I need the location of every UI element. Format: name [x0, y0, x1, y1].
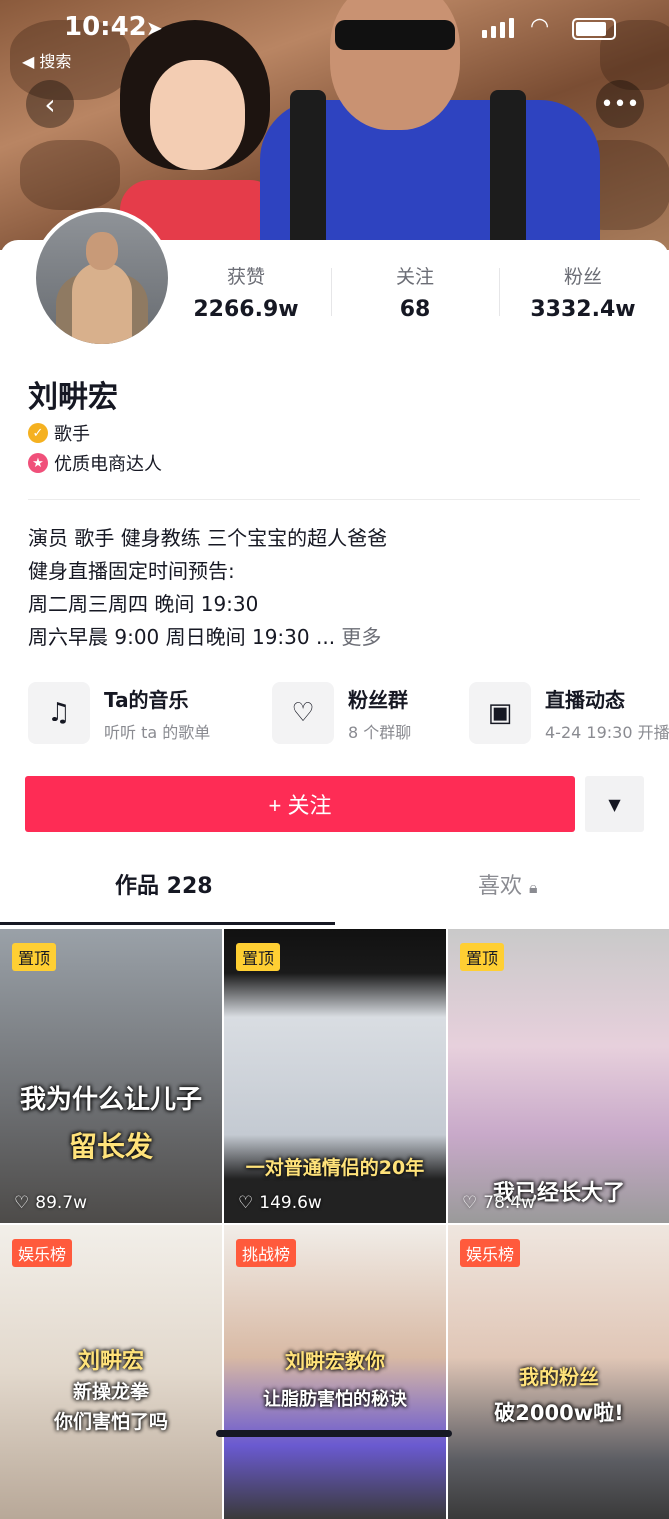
wifi-icon: ◠ [530, 14, 550, 39]
signal-icon [482, 18, 514, 38]
fan-group-icon: ♡ [272, 682, 334, 744]
chart-badge: 娱乐榜 [460, 1239, 521, 1267]
video-caption: 新操龙拳 [72, 1381, 149, 1403]
likes-count: 78.4w [483, 1193, 536, 1213]
home-indicator [216, 1430, 452, 1437]
star-badge-icon: ★ [28, 453, 48, 473]
status-time: 10:42 [64, 12, 147, 42]
video-likes: ♡ 78.4w [462, 1193, 535, 1213]
video-caption: 我为什么让儿子 [19, 1085, 202, 1115]
tag-singer[interactable]: ✓ 歌手 [28, 420, 90, 446]
pinned-badge: 置顶 [236, 943, 281, 971]
service-subtitle: 4-24 19:30 开播 [545, 722, 669, 742]
bio-line: 周六早晨 9:00 周日晚间 19:30 ... [28, 625, 336, 649]
pinned-badge: 置顶 [460, 943, 505, 971]
avatar[interactable] [32, 208, 172, 348]
video-thumb[interactable]: 娱乐榜 刘畊宏 新操龙拳 你们害怕了吗 [0, 1225, 222, 1519]
service-fan-group[interactable]: ♡ 粉丝群 8 个群聊 [272, 682, 411, 744]
heart-icon: ♡ [14, 1193, 30, 1213]
cover-girl [120, 20, 280, 250]
chart-badge: 挑战榜 [236, 1239, 297, 1267]
video-caption: 我的粉丝 [519, 1365, 599, 1389]
back-to-app[interactable]: ◀ 搜索 [22, 48, 71, 72]
tab-works[interactable]: 作品 228 [115, 868, 213, 900]
stat-following[interactable]: 关注 68 [340, 262, 490, 322]
likes-count: 89.7w [35, 1193, 88, 1213]
tab-indicator [0, 922, 335, 925]
video-caption: 刘畊宏 [77, 1349, 144, 1374]
bio-line: 周二周三周四 晚间 19:30 [28, 592, 259, 616]
stat-label: 粉丝 [563, 266, 602, 288]
divider [28, 499, 640, 500]
video-caption: 让脂肪害怕的秘诀 [263, 1389, 407, 1410]
stat-value: 68 [399, 297, 431, 322]
profile-name: 刘畊宏 [28, 380, 118, 415]
tag-label: 歌手 [54, 424, 90, 445]
video-caption: 你们害怕了吗 [53, 1411, 168, 1433]
bio-line: 健身直播固定时间预告: [28, 559, 235, 583]
pinned-badge: 置顶 [12, 943, 57, 971]
tag-ecommerce[interactable]: ★ 优质电商达人 [28, 450, 162, 476]
tab-likes-label: 喜欢 [478, 874, 523, 899]
tag-label: 优质电商达人 [54, 454, 162, 475]
divider [499, 268, 500, 316]
bio-more-link[interactable]: 更多 [341, 625, 381, 649]
more-dots-icon: ••• [600, 91, 640, 117]
stat-label: 获赞 [226, 266, 265, 288]
tab-likes[interactable]: 喜欢 🔒︎ [478, 868, 538, 900]
stat-value: 2266.9w [193, 297, 299, 322]
video-caption: 一对普通情侣的20年 [245, 1157, 425, 1179]
heart-icon: ♡ [238, 1193, 254, 1213]
video-thumb[interactable]: 置顶 我已经长大了 ♡ 78.4w [448, 929, 669, 1223]
stat-followers[interactable]: 粉丝 3332.4w [508, 262, 658, 322]
location-icon: ➤ [146, 16, 163, 40]
status-bar: 10:42 ➤ ◀ 搜索 ◠ [0, 12, 669, 71]
service-live[interactable]: ▣ 直播动态 4-24 19:30 开播 [469, 682, 669, 744]
video-thumb[interactable]: 置顶 我为什么让儿子 留长发 ♡ 89.7w [0, 929, 222, 1223]
stat-label: 关注 [395, 266, 434, 288]
back-button[interactable]: ‹ [26, 80, 74, 128]
video-thumb[interactable]: 置顶 一对普通情侣的20年 ♡ 149.6w [224, 929, 446, 1223]
service-music[interactable]: ♫ Ta的音乐 听听 ta 的歌单 [28, 682, 210, 744]
service-title: Ta的音乐 [104, 687, 189, 712]
likes-count: 149.6w [259, 1193, 322, 1213]
lock-icon: 🔒︎ [529, 878, 538, 897]
service-title: 直播动态 [545, 687, 625, 712]
video-thumb[interactable]: 娱乐榜 我的粉丝 破2000w啦! [448, 1225, 669, 1519]
recommend-dropdown-button[interactable]: ▼ [585, 776, 644, 832]
video-likes: ♡ 149.6w [238, 1193, 322, 1213]
chart-badge: 娱乐榜 [12, 1239, 73, 1267]
service-title: 粉丝群 [348, 687, 408, 712]
stat-likes[interactable]: 获赞 2266.9w [171, 262, 321, 322]
stat-value: 3332.4w [530, 297, 636, 322]
battery-icon [572, 18, 616, 40]
heart-icon: ♡ [462, 1193, 478, 1213]
video-likes: ♡ 89.7w [14, 1193, 87, 1213]
video-caption: 刘畊宏教你 [285, 1349, 385, 1373]
caret-down-icon: ▼ [608, 794, 621, 814]
video-caption: 留长发 [68, 1130, 153, 1163]
more-button[interactable]: ••• [596, 80, 644, 128]
service-subtitle: 8 个群聊 [348, 722, 412, 742]
verified-check-icon: ✓ [28, 423, 48, 443]
video-thumb[interactable]: 挑战榜 刘畊宏教你 让脂肪害怕的秘诀 [224, 1225, 446, 1519]
music-note-icon: ♫ [28, 682, 90, 744]
bio-line: 演员 歌手 健身教练 三个宝宝的超人爸爸 [28, 526, 388, 550]
service-subtitle: 听听 ta 的歌单 [104, 722, 211, 742]
follow-button[interactable]: + 关注 [25, 776, 575, 832]
tv-icon: ▣ [469, 682, 531, 744]
chevron-left-icon: ‹ [44, 87, 56, 121]
bio-line-last: 周六早晨 9:00 周日晚间 19:30 ... 更多 [28, 621, 381, 650]
video-caption: 破2000w啦! [494, 1401, 624, 1425]
divider [331, 268, 332, 316]
